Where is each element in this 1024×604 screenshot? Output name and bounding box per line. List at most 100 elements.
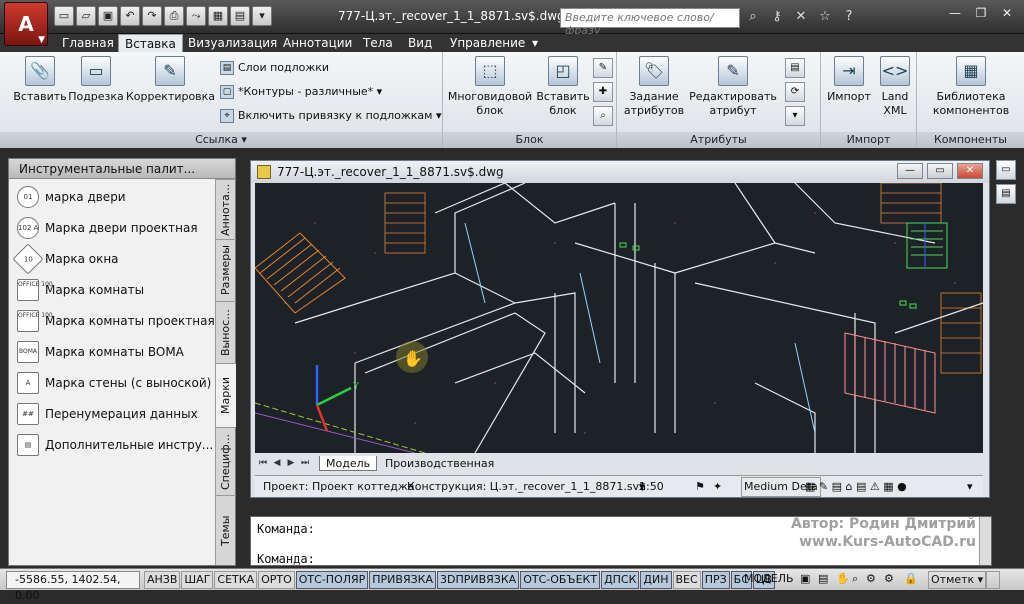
first-tab-icon[interactable]: ⏮ [257, 456, 269, 470]
scale-label[interactable]: ⩘ 1:50 ▾ [639, 476, 664, 498]
palette-item-room-tag-boma[interactable]: BOMA Марка комнаты BOMA [17, 336, 217, 367]
palette-item-renumber[interactable]: ## Перенумерация данных [17, 398, 217, 429]
toggle-grid[interactable]: СЕТКА [214, 571, 258, 589]
define-attributes-button[interactable]: 🏷 Задание атрибутов [621, 56, 687, 118]
close-icon[interactable]: ✕ [957, 163, 983, 179]
create-block-icon[interactable]: ✚ [593, 82, 613, 102]
tab-manage[interactable]: Управление [444, 34, 531, 52]
palette-tab-leaders[interactable]: Вынос... [216, 301, 236, 363]
auto-scale-icon[interactable]: ✦ [713, 476, 722, 498]
palette-tab-tags[interactable]: Марки [216, 363, 236, 427]
pan-icon[interactable]: ✋ [836, 571, 850, 589]
palette-item-wall-tag[interactable]: A Марка стены (с выноской) [17, 367, 217, 398]
attribute-display-icon[interactable]: ▾ [785, 106, 805, 126]
elevation-dropdown[interactable]: Отметк ▾ [928, 571, 987, 589]
toggle-otrack[interactable]: ОТС-ОБЪЕКТ [520, 571, 601, 589]
open-file-icon[interactable]: ▱ [76, 6, 96, 26]
frames-dropdown[interactable]: ▢ *Контуры - различные* ▾ [220, 84, 382, 100]
tab-layout-production[interactable]: Производственная [379, 456, 500, 471]
drawing-status-menu-icon[interactable]: ▾ [967, 476, 973, 498]
print-icon[interactable]: ⎙ [164, 6, 184, 26]
tool-palette-toggle-icon[interactable]: ▭ [996, 160, 1016, 180]
new-file-icon[interactable]: ▭ [54, 6, 74, 26]
palette-tab-themes[interactable]: Темы [216, 495, 236, 565]
palette-tab-annotation[interactable]: Аннота... [216, 179, 236, 239]
clip-button[interactable]: ▭ Подрезка [68, 56, 124, 104]
component-library-button[interactable]: ▦ Библиотека компонентов [923, 56, 1019, 118]
tab-solids[interactable]: Тела [357, 34, 399, 52]
toggle-polar[interactable]: ОТС-ПОЛЯР [295, 571, 369, 589]
publish-icon[interactable]: ⤳ [186, 6, 206, 26]
attach-icon[interactable]: ⌕ [593, 106, 613, 126]
lock-icon[interactable]: 🔒 [904, 571, 918, 589]
toggle-ortho[interactable]: ОРТО [258, 571, 295, 589]
quick-view-drawings-icon[interactable]: ▤ [818, 571, 828, 589]
palette-tab-dimensions[interactable]: Размеры [216, 239, 236, 301]
properties-icon[interactable]: ▦ [208, 6, 228, 26]
subscription-icon[interactable]: ⚷ [768, 8, 786, 26]
minimize-icon[interactable]: — [944, 4, 966, 22]
maximize-icon[interactable]: ▭ [927, 163, 953, 179]
import-button[interactable]: ⇥ Импорт [823, 56, 875, 104]
communication-icon[interactable]: ✕ [792, 8, 810, 26]
close-icon[interactable]: ✕ [996, 4, 1018, 22]
save-icon[interactable]: ▣ [98, 6, 118, 26]
block-editor-icon[interactable]: ✎ [593, 58, 613, 78]
toggle-dyn[interactable]: ДИН [640, 571, 672, 589]
coordinates-readout[interactable]: -5586.55, 1402.54, 0.00 [6, 571, 140, 602]
palette-item-room-tag-project[interactable]: OFFICE 100 Марка комнаты проектная [17, 305, 217, 336]
construction-label[interactable]: Конструкция: Ц.эт._recover_1_1_8871.sv$ [407, 476, 646, 498]
annotation-visibility-icon[interactable]: ⚑ [695, 476, 705, 498]
insert-block-button[interactable]: ◰ Вставить блок [535, 56, 591, 118]
ribbon-extra-button[interactable]: ▾ [526, 34, 544, 52]
prev-tab-icon[interactable]: ◀ [271, 456, 283, 470]
palette-title[interactable]: Инструментальные палит... [9, 159, 235, 179]
project-label[interactable]: Проект: Проект коттеджа [263, 476, 415, 498]
restore-icon[interactable]: ❐ [970, 4, 992, 22]
toggle-3dosnap[interactable]: 3DПРИВЯЗКА [437, 571, 520, 589]
tab-annotate[interactable]: Аннотации [277, 34, 358, 52]
command-prompt[interactable]: Команда: [257, 551, 315, 567]
snap-to-underlays-dropdown[interactable]: ⌖ Включить привязку к подложкам ▾ [220, 108, 442, 124]
match-properties-icon[interactable]: ▤ [230, 6, 250, 26]
redo-icon[interactable]: ↷ [142, 6, 162, 26]
search-input[interactable]: Введите ключевое слово/фразу [560, 8, 740, 37]
command-scrollbar[interactable] [979, 517, 991, 565]
multiview-block-button[interactable]: ⬚ Многовидовой блок [447, 56, 533, 118]
display-configuration-icon[interactable]: ▦ ✎ ▤ ⌂ ▤ ⚠ ▦ ● [805, 476, 907, 498]
palette-tab-schedules[interactable]: Специф... [216, 427, 236, 495]
help-icon[interactable]: ? [840, 8, 858, 26]
zoom-icon[interactable]: ⌕ [852, 571, 858, 589]
workspace-icon[interactable]: ⚙ [884, 571, 894, 589]
toggle-lwt[interactable]: ВЕС [672, 571, 701, 589]
sync-attributes-icon[interactable]: ⟳ [785, 82, 805, 102]
last-tab-icon[interactable]: ⏭ [299, 456, 311, 470]
customize-qat-icon[interactable]: ▾ [252, 6, 272, 26]
binoculars-icon[interactable]: ⌕ [744, 8, 762, 26]
toggle-osnap[interactable]: ПРИВЯЗКА [369, 571, 436, 589]
settings-gear-icon[interactable]: ⚙ [866, 571, 876, 589]
tab-visualize[interactable]: Визуализация [182, 34, 283, 52]
clean-screen-icon[interactable] [986, 571, 1000, 589]
attribute-manager-icon[interactable]: ▤ [785, 58, 805, 78]
underlay-layers-button[interactable]: ▤ Слои подложки [220, 60, 329, 76]
minimize-icon[interactable]: — [897, 163, 923, 179]
link-group-title[interactable]: Ссылка ▾ [0, 132, 442, 148]
palette-item-window-tag[interactable]: 10 Марка окна [12, 242, 217, 275]
adjust-button[interactable]: ✎ Корректировка [126, 56, 215, 104]
model-space-canvas[interactable]: ✋ Y [255, 183, 983, 453]
next-tab-icon[interactable]: ▶ [285, 456, 297, 470]
edit-attribute-button[interactable]: ✎ Редактировать атрибут [689, 56, 777, 118]
quick-view-layouts-icon[interactable]: ▣ [800, 571, 810, 589]
tab-model[interactable]: Модель [319, 456, 378, 471]
land-xml-button[interactable]: <> Land XML [875, 56, 915, 118]
palette-item-room-tag[interactable]: OFFICE 100 Марка комнаты [17, 274, 217, 305]
favorites-icon[interactable]: ☆ [816, 8, 834, 26]
insert-reference-button[interactable]: 📎 Вставить [12, 56, 68, 104]
palette-item-door-tag[interactable]: 01 марка двери [17, 181, 217, 212]
properties-toggle-icon[interactable]: ▤ [996, 184, 1016, 204]
model-space-button[interactable]: МОДЕЛЬ [744, 571, 794, 589]
tab-insert[interactable]: Вставка [118, 34, 183, 52]
toggle-ducs[interactable]: ДПСК [601, 571, 640, 589]
palette-item-door-tag-project[interactable]: 102 A Марка двери проектная [17, 212, 217, 243]
